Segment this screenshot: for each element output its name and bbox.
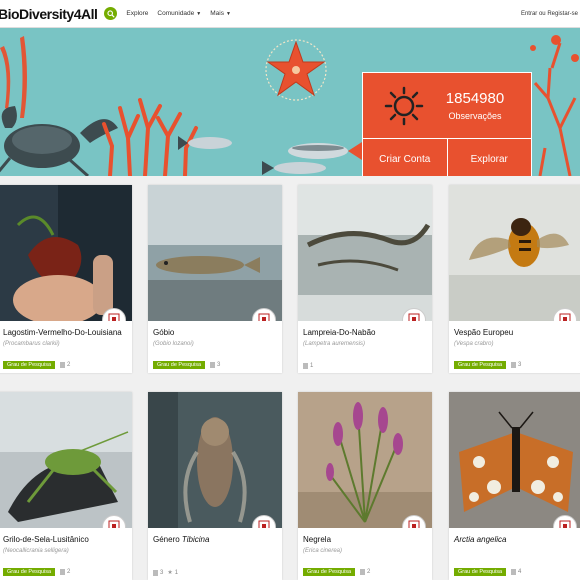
avatar-icon <box>258 520 270 528</box>
comment-icon <box>511 569 517 575</box>
species-name[interactable]: Género Tibicina <box>153 535 277 545</box>
observation-photo[interactable] <box>298 185 432 321</box>
comment-count: 3 <box>518 362 522 368</box>
avatar-icon <box>258 313 270 321</box>
explore-button[interactable]: Explorar <box>446 139 532 176</box>
scientific-name: (Gobio lozanoi) <box>153 341 194 347</box>
scientific-name: (Erica cinerea) <box>303 548 343 554</box>
nav-explore[interactable]: Explore <box>126 10 148 17</box>
scientific-name: (Lampetra auremensis) <box>303 341 366 347</box>
top-nav: BioDiversity4All Explore Comunidade ▼ Mai… <box>0 0 580 28</box>
chevron-down-icon: ▼ <box>225 10 231 17</box>
comment-count: 2 <box>67 569 71 575</box>
chevron-down-icon: ▼ <box>196 10 202 17</box>
research-grade-badge: Grau de Pesquisa <box>3 361 56 369</box>
observation-count: 1854980 <box>445 90 505 107</box>
observation-photo[interactable] <box>0 185 132 321</box>
observation-card[interactable]: Lampreia-Do-Nabão (Lampetra auremensis) … <box>298 185 432 373</box>
avatar-icon <box>559 313 571 321</box>
observation-photo[interactable] <box>148 185 282 321</box>
observation-card[interactable]: Género Tibicina 3 ★ 1 <box>148 392 282 580</box>
fave-count: 1 <box>174 569 179 576</box>
site-logo[interactable]: BioDiversity4All <box>0 6 98 22</box>
observation-photo[interactable] <box>449 185 580 321</box>
comment-count: 2 <box>367 569 371 575</box>
research-grade-badge: Grau de Pesquisa <box>153 361 206 369</box>
avatar-icon <box>108 520 120 528</box>
comment-count: 4 <box>518 569 522 575</box>
comment-icon <box>153 569 158 576</box>
search-button[interactable] <box>104 7 118 20</box>
species-name[interactable]: Lampreia-Do-Nabão <box>303 328 427 338</box>
observation-card[interactable]: Góbio (Gobio lozanoi) Grau de Pesquisa 3 <box>148 185 282 373</box>
search-icon <box>107 9 115 18</box>
sun-icon <box>384 86 424 125</box>
research-grade-badge: Grau de Pesquisa <box>454 361 507 369</box>
species-name[interactable]: Grilo-de-Sela-Lusitânico <box>3 535 127 545</box>
comment-icon <box>60 569 66 575</box>
nav-more[interactable]: Mais ▼ <box>210 10 231 17</box>
avatar-icon <box>108 313 120 321</box>
observation-label: Observações <box>448 111 502 121</box>
avatar-icon <box>559 520 571 528</box>
scientific-name: (Vespa crabro) <box>454 341 494 347</box>
research-grade-badge: Grau de Pesquisa <box>3 568 56 576</box>
observation-card[interactable]: Lagostim-Vermelho-Do-Louisiana (Procamba… <box>0 185 132 373</box>
comment-count: 2 <box>67 362 71 368</box>
avatar-icon <box>408 520 420 528</box>
star-icon: ★ <box>167 570 173 576</box>
login-link[interactable]: Entrar ou Registar-se <box>521 11 578 17</box>
observation-photo[interactable] <box>298 392 432 528</box>
avatar-icon <box>408 313 420 321</box>
comment-count: 1 <box>310 363 314 369</box>
observation-card[interactable]: Grilo-de-Sela-Lusitânico (Neocallicrania… <box>0 392 132 580</box>
observation-photo[interactable] <box>449 392 580 528</box>
species-name[interactable]: Negrela <box>303 535 427 545</box>
hero-banner: 1854980 Observações Criar Conta Explorar <box>0 28 580 176</box>
scientific-name: (Neocallicrania selligera) <box>3 548 69 554</box>
research-grade-badge: Grau de Pesquisa <box>303 568 356 576</box>
species-name[interactable]: Arctia angelica <box>454 535 578 545</box>
species-name[interactable]: Lagostim-Vermelho-Do-Louisiana <box>3 328 127 338</box>
observations-panel: 1854980 Observações Criar Conta Explorar <box>362 72 532 176</box>
crab-illustration <box>0 106 118 176</box>
comment-count: 3 <box>160 569 164 576</box>
comment-count: 3 <box>217 362 221 368</box>
comment-icon <box>360 569 366 575</box>
species-name[interactable]: Vespão Europeu <box>454 328 578 338</box>
observation-card[interactable]: Negrela (Erica cinerea) Grau de Pesquisa… <box>298 392 432 580</box>
observation-photo[interactable] <box>0 392 132 528</box>
comment-icon <box>60 362 66 368</box>
species-name[interactable]: Góbio <box>153 328 277 338</box>
observation-photo[interactable] <box>148 392 282 528</box>
create-account-button[interactable]: Criar Conta <box>363 139 447 176</box>
scientific-name: (Procambarus clarkii) <box>3 341 60 347</box>
comment-icon <box>303 363 308 369</box>
nav-community[interactable]: Comunidade ▼ <box>157 10 201 17</box>
observation-card[interactable]: Vespão Europeu (Vespa crabro) Grau de Pe… <box>449 185 580 373</box>
research-grade-badge: Grau de Pesquisa <box>454 568 507 576</box>
comment-icon <box>511 362 517 368</box>
observation-card[interactable]: Arctia angelica Grau de Pesquisa 4 <box>449 392 580 580</box>
comment-icon <box>210 362 216 368</box>
